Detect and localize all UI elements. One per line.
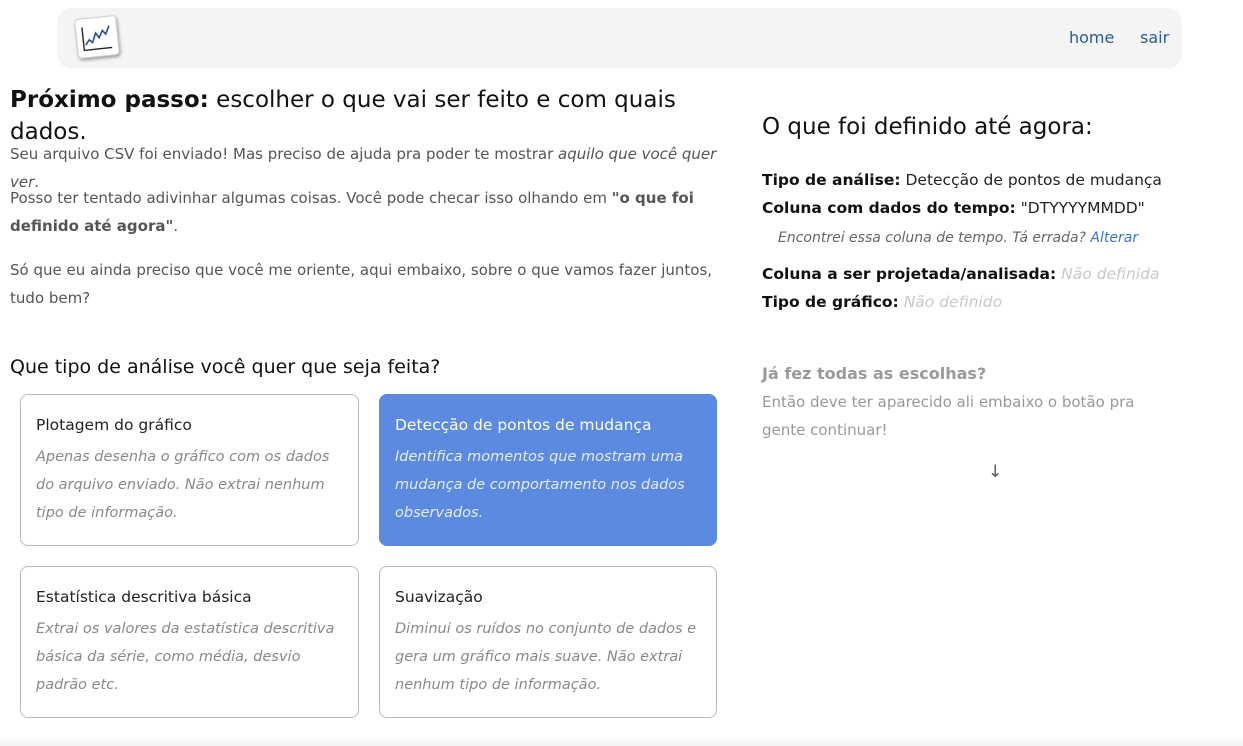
option-title: Suavização: [395, 588, 483, 606]
option-card-smoothing[interactable]: Suavização Diminui os ruídos no conjunto…: [379, 566, 717, 718]
line-chart-icon: [81, 25, 113, 52]
done-title: Já fez todas as escolhas?: [762, 364, 987, 383]
page-title-bold: Próximo passo:: [10, 87, 209, 113]
done-text: Então deve ter aparecido ali embaixo o b…: [762, 393, 1135, 439]
intro-text: Seu arquivo CSV foi enviado! Mas preciso…: [10, 145, 559, 163]
guess-paragraph: Posso ter tentado adivinhar algumas cois…: [10, 184, 720, 240]
guess-end: .: [173, 217, 179, 235]
change-time-column-link[interactable]: Alterar: [1090, 230, 1138, 246]
navbar: home sair: [57, 8, 1182, 68]
summary-time-column-label: Coluna com dados do tempo:: [762, 199, 1016, 217]
summary-panel: O que foi definido até agora: Tipo de an…: [762, 110, 1222, 482]
guess-text: Posso ter tentado adivinhar algumas cois…: [10, 189, 612, 207]
summary-analysis-row: Tipo de análise: Detecção de pontos de m…: [762, 166, 1162, 194]
guide-paragraph: Só que eu ainda preciso que você me orie…: [10, 261, 713, 307]
page-title: Próximo passo: escolher o que vai ser fe…: [10, 84, 720, 148]
summary-analysis-label: Tipo de análise:: [762, 171, 901, 189]
option-title: Detecção de pontos de mudança: [395, 416, 652, 434]
summary-chart-type-label: Tipo de gráfico:: [762, 293, 899, 311]
main-column: Próximo passo: escolher o que vai ser fe…: [10, 84, 720, 378]
summary-time-column-row: Coluna com dados do tempo: "DTYYYYMMDD": [762, 194, 1145, 222]
logo[interactable]: [74, 14, 120, 60]
nav-home-link[interactable]: home: [1069, 28, 1114, 47]
option-description: Apenas desenha o gráfico com os dados do…: [36, 449, 330, 521]
analysis-question: Que tipo de análise você quer que seja f…: [10, 356, 441, 378]
bottom-shade: [0, 736, 1243, 746]
summary-target-column-value: Não definida: [1061, 265, 1160, 283]
summary-analysis-value: Detecção de pontos de mudança: [900, 171, 1162, 189]
option-card-changepoint[interactable]: Detecção de pontos de mudança Identifica…: [379, 394, 717, 546]
summary-chart-type-value: Não definido: [903, 293, 1003, 311]
option-title: Plotagem do gráfico: [36, 416, 192, 434]
option-description: Diminui os ruídos no conjunto de dados e…: [395, 621, 697, 693]
option-card-plot[interactable]: Plotagem do gráfico Apenas desenha o grá…: [20, 394, 359, 546]
summary-title: O que foi definido até agora:: [762, 114, 1093, 140]
summary-chart-type-row: Tipo de gráfico: Não definido: [762, 288, 1002, 316]
summary-target-column-label: Coluna a ser projetada/analisada:: [762, 265, 1057, 283]
option-card-descriptive-stats[interactable]: Estatística descritiva básica Extrai os …: [20, 566, 359, 718]
summary-target-column-row: Coluna a ser projetada/analisada: Não de…: [762, 260, 1160, 288]
time-column-note: Encontrei essa coluna de tempo. Tá errad…: [778, 224, 1138, 252]
option-description: Extrai os valores da estatística descrit…: [36, 621, 335, 693]
option-description: Identifica momentos que mostram uma muda…: [395, 449, 685, 521]
arrow-down-icon: ↓: [988, 462, 1003, 482]
summary-time-column-value: "DTYYYYMMDD": [1015, 199, 1145, 217]
nav-logout-link[interactable]: sair: [1140, 28, 1169, 47]
time-column-note-text: Encontrei essa coluna de tempo. Tá errad…: [778, 230, 1091, 246]
option-title: Estatística descritiva básica: [36, 588, 252, 606]
